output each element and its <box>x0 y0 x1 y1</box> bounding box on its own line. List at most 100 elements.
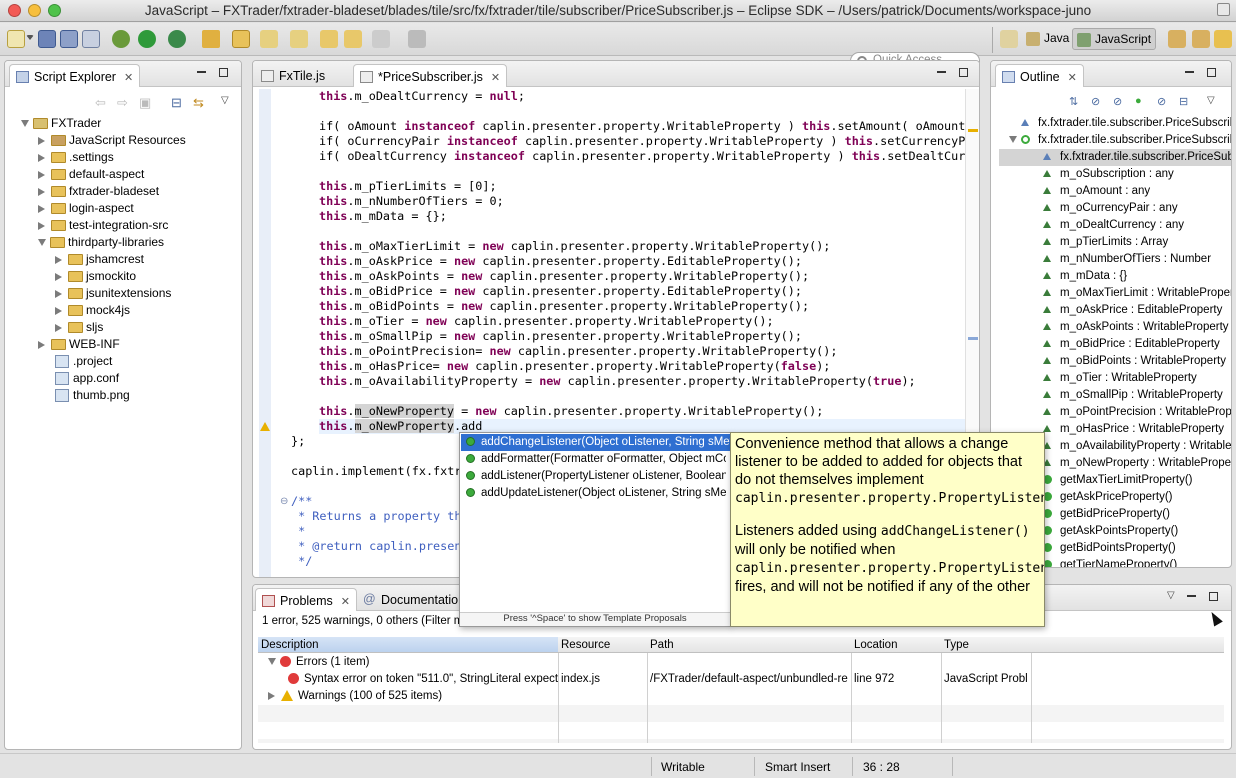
collapse-all-icon[interactable]: ⊟ <box>1179 95 1188 108</box>
collapsed-arrow-icon[interactable] <box>38 221 45 230</box>
tree-item[interactable]: .project <box>38 353 112 370</box>
collapsed-arrow-icon[interactable] <box>38 153 45 162</box>
hide-fields-icon[interactable]: ⊘ <box>1091 95 1100 108</box>
outline-item[interactable]: m_nNumberOfTiers : Number <box>1043 251 1211 268</box>
tree-item[interactable]: login-aspect <box>38 200 134 217</box>
tree-item[interactable]: fxtrader-bladeset <box>38 183 159 200</box>
debug-perspective-icon[interactable] <box>1192 30 1210 48</box>
tree-item[interactable]: jshamcrest <box>55 251 144 268</box>
link-with-editor-icon[interactable]: ⇆ <box>193 95 204 111</box>
collapsed-arrow-icon[interactable] <box>55 306 62 315</box>
view-menu-icon[interactable]: ▽ <box>221 95 229 106</box>
outline-item[interactable]: getTierNameProperty() <box>1043 557 1177 567</box>
pin-editor-icon[interactable] <box>408 30 426 48</box>
save-all-icon[interactable] <box>60 30 78 48</box>
view-menu-icon[interactable]: ▽ <box>1167 590 1175 601</box>
open-folder-icon[interactable] <box>232 30 250 48</box>
close-tab-icon[interactable]: ✕ <box>1068 72 1077 84</box>
tree-item[interactable]: app.conf <box>38 370 119 387</box>
collapsed-arrow-icon[interactable] <box>55 272 62 281</box>
run-icon[interactable] <box>138 30 156 48</box>
debug-settings-icon[interactable] <box>112 30 130 48</box>
outline-item[interactable]: fx.fxtrader.tile.subscriber.PriceSubscri… <box>1021 115 1231 132</box>
outline-item[interactable]: getBidPriceProperty() <box>1043 506 1170 523</box>
minimize-view-icon[interactable] <box>1187 595 1196 597</box>
outline-item[interactable]: m_oAvailabilityProperty : WritableProper… <box>1043 438 1231 455</box>
column-header[interactable]: Description <box>258 637 558 653</box>
collapsed-arrow-icon[interactable] <box>55 323 62 332</box>
fullscreen-icon[interactable] <box>1217 3 1230 16</box>
collapse-all-icon[interactable]: ⊟ <box>171 95 182 111</box>
outline-item[interactable]: getAskPriceProperty() <box>1043 489 1172 506</box>
hide-static-icon[interactable]: ⊘ <box>1113 95 1122 108</box>
tree-item[interactable]: sljs <box>55 319 103 336</box>
outline-item[interactable]: m_oSmallPip : WritableProperty <box>1043 387 1223 404</box>
collapsed-arrow-icon[interactable] <box>38 187 45 196</box>
new-wizard-icon[interactable] <box>202 30 220 48</box>
problem-row[interactable]: Syntax error on token "511.0", StringLit… <box>288 671 558 688</box>
maximize-view-icon[interactable] <box>959 68 968 77</box>
outline-item[interactable]: m_pTierLimits : Array <box>1043 234 1168 251</box>
up-nav-icon[interactable]: ▣ <box>139 95 151 111</box>
maximize-view-icon[interactable] <box>1207 68 1216 77</box>
outline-item[interactable]: getBidPointsProperty() <box>1043 540 1176 557</box>
save-icon[interactable] <box>38 30 56 48</box>
view-menu-icon[interactable]: ▽ <box>1207 95 1215 106</box>
sort-icon[interactable]: ⇅ <box>1069 95 1078 108</box>
tree-item[interactable]: default-aspect <box>38 166 144 183</box>
column-header[interactable]: Resource <box>558 637 647 653</box>
overview-warning-marker[interactable] <box>968 129 978 132</box>
tree-item[interactable]: JavaScript Resources <box>38 132 186 149</box>
outline-item[interactable]: m_oNewProperty : WritableProperty <box>1043 455 1231 472</box>
tree-item[interactable]: jsunitextensions <box>55 285 171 302</box>
column-header[interactable]: Path <box>647 637 851 653</box>
outline-item[interactable]: fx.fxtrader.tile.subscriber.PriceSubscri… <box>1009 132 1231 149</box>
overview-occurrence-marker[interactable] <box>968 337 978 340</box>
outline-item[interactable]: m_oPointPrecision : WritableProperty <box>1043 404 1231 421</box>
content-assist-proposal[interactable]: addFormatter(Formatter oFormatter, Objec… <box>466 451 726 468</box>
outline-item[interactable]: getAskPointsProperty() <box>1043 523 1178 540</box>
tree-item[interactable]: thirdparty-libraries <box>38 234 164 251</box>
close-tab-icon[interactable]: ✕ <box>124 72 133 84</box>
new-icon[interactable] <box>7 30 25 48</box>
last-edit-icon[interactable] <box>320 30 338 48</box>
problem-row[interactable]: Warnings (100 of 525 items) <box>268 688 558 705</box>
content-assist-proposal[interactable]: addListener(PropertyListener oListener, … <box>466 468 726 485</box>
expanded-arrow-icon[interactable] <box>38 239 46 247</box>
perspective-java[interactable]: Java <box>1022 28 1073 50</box>
tree-item[interactable]: mock4js <box>55 302 130 319</box>
hide-nonpublic-icon[interactable]: ● <box>1135 95 1142 107</box>
collapsed-arrow-icon[interactable] <box>38 170 45 179</box>
expanded-arrow-icon[interactable] <box>268 658 276 666</box>
problem-row[interactable]: Errors (1 item) <box>268 654 558 671</box>
close-tab-icon[interactable]: ✕ <box>341 596 350 608</box>
tab-problems[interactable]: Problems ✕ <box>255 588 358 611</box>
maximize-view-icon[interactable] <box>219 68 228 77</box>
collapsed-arrow-icon[interactable] <box>38 340 45 349</box>
tab-outline[interactable]: Outline ✕ <box>995 64 1084 87</box>
outline-item[interactable]: m_oBidPrice : EditableProperty <box>1043 336 1220 353</box>
tab-script-explorer[interactable]: Script Explorer ✕ <box>9 64 141 87</box>
team-sync-icon[interactable] <box>1168 30 1186 48</box>
outline-item[interactable]: m_oHasPrice : WritableProperty <box>1043 421 1224 438</box>
back-icon[interactable] <box>344 30 362 48</box>
outline-item[interactable]: m_oAmount : any <box>1043 183 1150 200</box>
tab-documentation[interactable]: @ Documentation <box>357 588 471 611</box>
minimize-view-icon[interactable] <box>937 71 946 73</box>
print-icon[interactable] <box>82 30 100 48</box>
content-assist-proposal[interactable]: addChangeListener(Object oListener, Stri… <box>461 434 732 451</box>
outline-item[interactable]: m_oTier : WritableProperty <box>1043 370 1197 387</box>
outline-item[interactable]: m_oCurrencyPair : any <box>1043 200 1178 217</box>
warning-marker-icon[interactable] <box>260 422 270 431</box>
fold-toggle-icon[interactable]: ⊖ <box>280 496 288 507</box>
outline-item[interactable]: fx.fxtrader.tile.subscriber.PriceSubscri… <box>999 149 1231 166</box>
outline-item[interactable]: m_oAskPrice : EditableProperty <box>1043 302 1222 319</box>
forward-nav-icon[interactable]: ⇨ <box>117 95 128 111</box>
resource-perspective-icon[interactable] <box>1214 30 1232 48</box>
outline-item[interactable]: m_oMaxTierLimit : WritableProperty <box>1043 285 1231 302</box>
minimize-view-icon[interactable] <box>1185 71 1194 73</box>
collapsed-arrow-icon[interactable] <box>38 204 45 213</box>
outline-item[interactable]: m_oDealtCurrency : any <box>1043 217 1184 234</box>
tree-item[interactable]: jsmockito <box>55 268 136 285</box>
column-header[interactable]: Location <box>851 637 941 653</box>
